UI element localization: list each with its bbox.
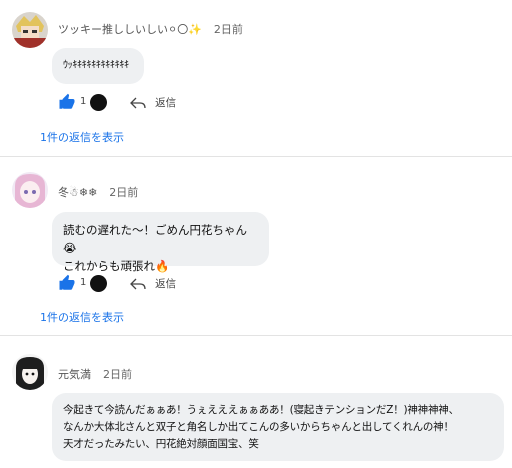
comment-bubble: 今起きて今読んだぁぁあ！うぇえええぁぁああ！(寝起きテンションだZ！)神神神神、… (52, 393, 504, 461)
liker-avatar (90, 94, 107, 111)
comment-text-line: これからも頑張れ🔥 (63, 259, 170, 273)
reply-arrow-icon (130, 278, 146, 290)
thumbs-up-icon[interactable] (58, 274, 76, 292)
comment-text-line: なんか大体北さんと双子と角名しか出てこんの多いからちゃんと出してくれんの神！ (63, 421, 454, 433)
comment-header: 元気満 2日前 (58, 366, 132, 382)
comment-text-line: ｳｯｷｷｷｷｷｷｷｷｷｷｷｷ (63, 60, 129, 71)
avatar[interactable] (12, 12, 48, 48)
avatar[interactable] (12, 354, 48, 390)
comment-header: ツッキー推ししいしい⚪︎〇✨ 2日前 (58, 21, 243, 37)
author-name[interactable]: 元気満 (58, 368, 91, 381)
show-replies-link[interactable]: 1件の返信を表示 (40, 309, 124, 325)
like-count: 1 (80, 96, 87, 107)
liker-avatar (90, 275, 107, 292)
timestamp: 2日前 (109, 186, 139, 199)
like-count: 1 (80, 277, 87, 288)
reply-arrow-icon (130, 97, 146, 109)
timestamp: 2日前 (103, 368, 132, 381)
comment-header: 冬☃❄❄ 2日前 (58, 184, 138, 200)
comment-bubble: ｳｯｷｷｷｷｷｷｷｷｷｷｷｷ (52, 48, 144, 84)
author-name[interactable]: ツッキー推ししいしい⚪︎〇✨ (58, 23, 202, 36)
comment-text-line: 今起きて今読んだぁぁあ！うぇえええぁぁああ！(寝起きテンションだZ！)神神神神、 (63, 404, 459, 416)
comment-text-line: 天才だったみたい、円花絶対顔面国宝、笑 (63, 438, 259, 450)
author-name[interactable]: 冬☃❄❄ (58, 186, 97, 199)
divider (0, 335, 512, 336)
comment-bubble: 読むの遅れた〜！ごめん円花ちゃん😭 これからも頑張れ🔥 (52, 212, 269, 273)
reply-label: 返信 (155, 278, 177, 290)
divider (0, 156, 512, 157)
thumbs-up-icon[interactable] (58, 93, 76, 111)
timestamp: 2日前 (213, 23, 243, 36)
avatar[interactable] (12, 172, 48, 208)
comment-text-line: 読むの遅れた〜！ごめん円花ちゃん😭 (63, 223, 247, 255)
reply-button[interactable]: 返信 (130, 94, 176, 113)
show-replies-link[interactable]: 1件の返信を表示 (40, 129, 124, 145)
reply-label: 返信 (155, 97, 177, 109)
reply-button[interactable]: 返信 (130, 275, 176, 294)
